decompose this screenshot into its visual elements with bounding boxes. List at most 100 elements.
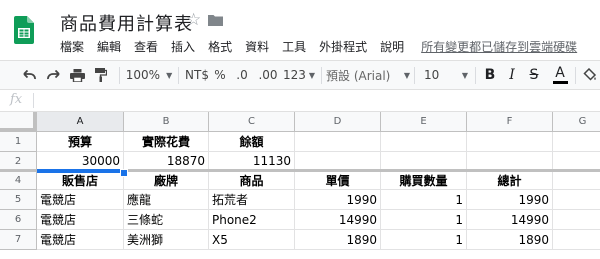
cell-g4[interactable]: [553, 171, 600, 190]
cell-a6[interactable]: 電競店: [37, 210, 124, 230]
more-formats-label: 123: [282, 68, 306, 82]
cell-c7[interactable]: X5: [209, 230, 295, 250]
fill-handle[interactable]: [120, 169, 128, 177]
font-family-value: 預設 (Arial): [326, 68, 391, 83]
cell-b1[interactable]: 實際花費: [124, 132, 209, 152]
cell-g6[interactable]: [553, 210, 600, 230]
column-header-a[interactable]: A: [37, 112, 124, 132]
text-color-button[interactable]: A: [549, 61, 571, 89]
cell-f6[interactable]: 14990: [467, 210, 553, 230]
cell-f7[interactable]: 1890: [467, 230, 553, 250]
fx-label: fx: [10, 92, 23, 107]
menu-file[interactable]: 檔案: [60, 38, 84, 55]
bold-button[interactable]: B: [481, 61, 499, 89]
italic-button[interactable]: I: [503, 61, 521, 89]
more-formats-select[interactable]: 123 ▼: [282, 61, 316, 89]
formula-input[interactable]: [40, 90, 595, 111]
chevron-down-icon: ▼: [461, 70, 468, 80]
font-family-select[interactable]: 預設 (Arial) ▼: [326, 61, 410, 89]
cell-g5[interactable]: [553, 190, 600, 210]
cell-d6[interactable]: 14990: [295, 210, 381, 230]
menu-tools[interactable]: 工具: [282, 38, 306, 55]
text-color-label: A: [555, 65, 565, 81]
menu-addons[interactable]: 外掛程式: [319, 38, 367, 55]
column-header-f[interactable]: F: [467, 112, 553, 132]
row-header-7[interactable]: 7: [0, 230, 37, 250]
chevron-down-icon: ▼: [308, 70, 316, 80]
menu-bar: 檔案 編輯 查看 插入 格式 資料 工具 外掛程式 說明 所有變更都已儲存到雲端…: [60, 38, 577, 54]
document-title[interactable]: 商品費用計算表: [60, 10, 193, 36]
cell-d4[interactable]: 單價: [295, 171, 381, 190]
chevron-down-icon: ▼: [403, 70, 410, 80]
chevron-down-icon: ▼: [166, 70, 173, 80]
menu-view[interactable]: 查看: [134, 38, 158, 55]
column-header-c[interactable]: C: [209, 112, 295, 132]
cell-b4[interactable]: 廠牌: [124, 171, 209, 190]
cell-d1[interactable]: [295, 132, 381, 152]
row-header-4[interactable]: 4: [0, 171, 37, 190]
font-size-value: 10: [424, 68, 440, 82]
cell-f4[interactable]: 總計: [467, 171, 553, 190]
save-status[interactable]: 所有變更都已儲存到雲端硬碟: [421, 38, 577, 55]
zoom-value: 100%: [125, 68, 161, 82]
cell-e4[interactable]: 購買數量: [381, 171, 467, 190]
menu-edit[interactable]: 編輯: [97, 38, 121, 55]
cell-d5[interactable]: 1990: [295, 190, 381, 210]
increase-decimal-button[interactable]: .00: [256, 61, 280, 89]
toolbar: 100% ▼ NT$ % .0 .00 123 ▼ 預設 (Arial) ▼ 10 ▼ …: [0, 60, 600, 90]
decrease-decimal-button[interactable]: .0: [231, 61, 253, 89]
text-color-swatch: [552, 81, 568, 84]
cell-d7[interactable]: 1890: [295, 230, 381, 250]
row-header-5[interactable]: 5: [0, 190, 37, 210]
title-bar: 商品費用計算表 ☆ 檔案 編輯 查看 插入 格式 資料 工具 外掛程式 說明 所…: [0, 0, 600, 60]
print-icon[interactable]: [66, 61, 88, 89]
font-size-select[interactable]: 10 ▼: [420, 61, 472, 89]
menu-format[interactable]: 格式: [208, 38, 232, 55]
cell-b6[interactable]: 三條蛇: [124, 210, 209, 230]
column-header-d[interactable]: D: [295, 112, 381, 132]
paint-format-icon[interactable]: [90, 61, 112, 89]
cell-b5[interactable]: 應龍: [124, 190, 209, 210]
frozen-rows-divider[interactable]: [0, 169, 600, 172]
cell-a5[interactable]: 電競店: [37, 190, 124, 210]
menu-data[interactable]: 資料: [245, 38, 269, 55]
decrease-decimal-label: .0: [236, 68, 248, 82]
folder-icon[interactable]: [208, 14, 223, 26]
cell-b7[interactable]: 美洲獅: [124, 230, 209, 250]
cell-f5[interactable]: 1990: [467, 190, 553, 210]
select-all-corner[interactable]: [0, 112, 37, 132]
fill-color-icon[interactable]: [580, 61, 600, 89]
menu-insert[interactable]: 插入: [171, 38, 195, 55]
cell-c4[interactable]: 商品: [209, 171, 295, 190]
redo-icon[interactable]: [42, 61, 64, 89]
cell-a1[interactable]: 預算: [37, 132, 124, 152]
menu-help[interactable]: 說明: [380, 38, 404, 55]
zoom-select[interactable]: 100% ▼: [126, 61, 172, 89]
formula-bar: fx: [0, 90, 600, 112]
row-header-1[interactable]: 1: [0, 132, 37, 152]
cell-a7[interactable]: 電競店: [37, 230, 124, 250]
cell-c5[interactable]: 拓荒者: [209, 190, 295, 210]
cell-e7[interactable]: 1: [381, 230, 467, 250]
column-header-b[interactable]: B: [124, 112, 209, 132]
currency-format-button[interactable]: NT$: [184, 61, 210, 89]
star-icon[interactable]: ☆: [186, 10, 201, 30]
undo-icon[interactable]: [18, 61, 40, 89]
strikethrough-button[interactable]: S: [525, 61, 543, 89]
cell-g7[interactable]: [553, 230, 600, 250]
cell-g1[interactable]: [553, 132, 600, 152]
cell-c6[interactable]: Phone2: [209, 210, 295, 230]
cell-e5[interactable]: 1: [381, 190, 467, 210]
increase-decimal-label: .00: [258, 68, 278, 82]
row-header-6[interactable]: 6: [0, 210, 37, 230]
cell-a4[interactable]: 販售店: [37, 171, 124, 190]
percent-format-button[interactable]: %: [212, 61, 228, 89]
sheets-logo-icon[interactable]: [14, 16, 34, 44]
cell-f1[interactable]: [467, 132, 553, 152]
column-header-e[interactable]: E: [381, 112, 467, 132]
spreadsheet-grid: A B C D E F G 1 預算 實際花費 餘額 2 30000 18870 11130 4 販售店 廠牌 商品…: [0, 112, 600, 259]
cell-c1[interactable]: 餘額: [209, 132, 295, 152]
cell-e6[interactable]: 1: [381, 210, 467, 230]
cell-e1[interactable]: [381, 132, 467, 152]
column-header-g[interactable]: G: [553, 112, 600, 132]
